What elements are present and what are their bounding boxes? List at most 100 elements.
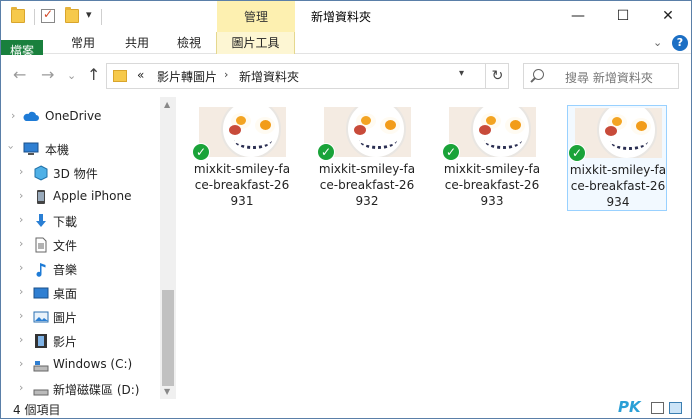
nav-item-label: OneDrive bbox=[45, 109, 102, 123]
nav-item-onedrive[interactable]: › OneDrive bbox=[1, 105, 161, 129]
nav-scrollbar[interactable]: ▲ ▼ bbox=[160, 97, 176, 399]
nav-item-this-pc[interactable]: › 本機 bbox=[1, 137, 161, 161]
nav-item-label: 3D 物件 bbox=[53, 167, 98, 181]
tab-home[interactable]: 常用 bbox=[59, 32, 107, 54]
breadcrumb-item[interactable]: 新增資料夾 bbox=[239, 68, 299, 85]
details-view-button[interactable] bbox=[651, 402, 664, 414]
search-placeholder: 搜尋 新增資料夾 bbox=[565, 71, 653, 85]
nav-item-documents[interactable]: › 文件 bbox=[1, 233, 161, 257]
file-item-selected[interactable]: ✓ mixkit-smiley-face-breakfast-26934 bbox=[567, 105, 667, 211]
phone-icon bbox=[37, 190, 45, 204]
address-bar[interactable]: « 影片轉圖片 › 新增資料夾 ▾ ↻ bbox=[106, 63, 509, 89]
forward-button[interactable]: → bbox=[41, 65, 54, 84]
nav-item-label: 下載 bbox=[53, 215, 78, 229]
expand-icon[interactable]: › bbox=[19, 213, 23, 226]
nav-item-label: 新增磁碟區 (D:) bbox=[53, 383, 140, 397]
image-thumbnail bbox=[575, 108, 662, 158]
file-item[interactable]: ✓ mixkit-smiley-face-breakfast-26932 bbox=[317, 105, 417, 211]
scroll-up-icon[interactable]: ▲ bbox=[164, 100, 170, 109]
nav-item-desktop[interactable]: › 桌面 bbox=[1, 281, 161, 305]
large-icons-view-button[interactable] bbox=[669, 402, 682, 414]
music-icon bbox=[36, 263, 46, 277]
pictures-icon bbox=[33, 311, 49, 323]
expand-icon[interactable]: › bbox=[11, 109, 15, 122]
file-name: mixkit-smiley-face-breakfast-26931 bbox=[193, 162, 291, 208]
nav-item-music[interactable]: › 音樂 bbox=[1, 257, 161, 281]
download-icon bbox=[36, 214, 46, 227]
nav-item-3d-objects[interactable]: › 3D 物件 bbox=[1, 161, 161, 185]
recent-locations-icon[interactable]: ⌄ bbox=[67, 69, 76, 82]
image-thumbnail bbox=[324, 107, 411, 157]
synced-check-icon: ✓ bbox=[317, 143, 335, 161]
window-title: 新增資料夾 bbox=[311, 10, 372, 24]
breadcrumb-item[interactable]: 影片轉圖片 bbox=[157, 68, 217, 85]
nav-item-drive-c[interactable]: › Windows (C:) bbox=[1, 353, 161, 377]
drive-icon bbox=[33, 361, 49, 372]
refresh-button[interactable]: ↻ bbox=[485, 64, 509, 88]
nav-item-pictures[interactable]: › 圖片 bbox=[1, 305, 161, 329]
address-dropdown-icon[interactable]: ▾ bbox=[459, 68, 464, 79]
maximize-button[interactable]: ☐ bbox=[601, 1, 645, 32]
image-thumbnail bbox=[449, 107, 536, 157]
ribbon-expand-icon[interactable]: ⌄ bbox=[653, 36, 662, 49]
nav-item-label: 圖片 bbox=[53, 311, 78, 325]
image-thumbnail bbox=[199, 107, 286, 157]
file-item[interactable]: ✓ mixkit-smiley-face-breakfast-26933 bbox=[442, 105, 542, 211]
tab-share[interactable]: 共用 bbox=[113, 32, 161, 54]
address-row: ← → ⌄ ↑ « 影片轉圖片 › 新增資料夾 ▾ ↻ 搜尋 新增資料夾 bbox=[1, 55, 691, 97]
nav-item-label: 影片 bbox=[53, 335, 78, 349]
synced-check-icon: ✓ bbox=[442, 143, 460, 161]
expand-icon[interactable]: › bbox=[19, 357, 23, 370]
collapse-icon[interactable]: › bbox=[5, 145, 18, 149]
divider bbox=[34, 9, 35, 25]
nav-item-drive-d[interactable]: › 新增磁碟區 (D:) bbox=[1, 377, 161, 399]
status-bar: 4 個項目 PK bbox=[1, 398, 691, 418]
folder-icon[interactable] bbox=[11, 7, 25, 23]
folder-icon bbox=[113, 70, 127, 82]
breadcrumb-overflow[interactable]: « bbox=[137, 68, 144, 82]
tab-view[interactable]: 檢視 bbox=[165, 32, 213, 54]
file-item[interactable]: ✓ mixkit-smiley-face-breakfast-26931 bbox=[192, 105, 292, 211]
nav-item-downloads[interactable]: › 下載 bbox=[1, 209, 161, 233]
breadcrumb-chevron-icon[interactable]: › bbox=[224, 68, 228, 81]
expand-icon[interactable]: › bbox=[19, 285, 23, 298]
properties-icon[interactable] bbox=[41, 7, 55, 23]
cube-icon bbox=[34, 165, 48, 181]
expand-icon[interactable]: › bbox=[19, 381, 23, 394]
expand-icon[interactable]: › bbox=[19, 261, 23, 274]
customize-quick-access-icon[interactable]: ▾ bbox=[86, 8, 92, 21]
expand-icon[interactable]: › bbox=[19, 165, 23, 178]
computer-icon bbox=[23, 142, 39, 155]
scroll-down-icon[interactable]: ▼ bbox=[164, 387, 170, 396]
up-button[interactable]: ↑ bbox=[87, 65, 100, 84]
scrollbar-thumb[interactable] bbox=[162, 290, 174, 386]
nav-item-videos[interactable]: › 影片 bbox=[1, 329, 161, 353]
search-icon bbox=[533, 69, 544, 80]
file-name: mixkit-smiley-face-breakfast-26933 bbox=[443, 162, 541, 208]
item-count: 4 個項目 bbox=[13, 403, 61, 417]
expand-icon[interactable]: › bbox=[19, 189, 23, 202]
synced-check-icon: ✓ bbox=[192, 143, 210, 161]
tab-picture-tools[interactable]: 圖片工具 bbox=[216, 32, 295, 54]
watermark-logo: PK bbox=[618, 398, 641, 416]
help-icon[interactable]: ? bbox=[672, 35, 688, 51]
expand-icon[interactable]: › bbox=[19, 333, 23, 346]
videos-icon bbox=[35, 334, 47, 348]
ribbon-tabs: 檔案 常用 共用 檢視 圖片工具 ⌄ ? bbox=[1, 32, 691, 146]
nav-item-iphone[interactable]: › Apple iPhone bbox=[1, 185, 161, 209]
cloud-icon bbox=[23, 111, 39, 121]
new-folder-icon[interactable] bbox=[65, 7, 79, 23]
manage-context-tab[interactable]: 管理 bbox=[217, 1, 295, 32]
file-name: mixkit-smiley-face-breakfast-26934 bbox=[569, 163, 667, 209]
search-input[interactable]: 搜尋 新增資料夾 bbox=[523, 63, 679, 89]
back-button[interactable]: ← bbox=[13, 65, 26, 84]
nav-item-label: 本機 bbox=[45, 143, 70, 157]
nav-item-label: 桌面 bbox=[53, 287, 78, 301]
close-button[interactable]: ✕ bbox=[646, 1, 690, 32]
title-bar: ▾ 管理 新增資料夾 — ☐ ✕ bbox=[1, 1, 691, 32]
expand-icon[interactable]: › bbox=[19, 309, 23, 322]
document-icon bbox=[35, 237, 47, 253]
synced-check-icon: ✓ bbox=[568, 144, 586, 162]
expand-icon[interactable]: › bbox=[19, 237, 23, 250]
minimize-button[interactable]: — bbox=[556, 1, 600, 32]
